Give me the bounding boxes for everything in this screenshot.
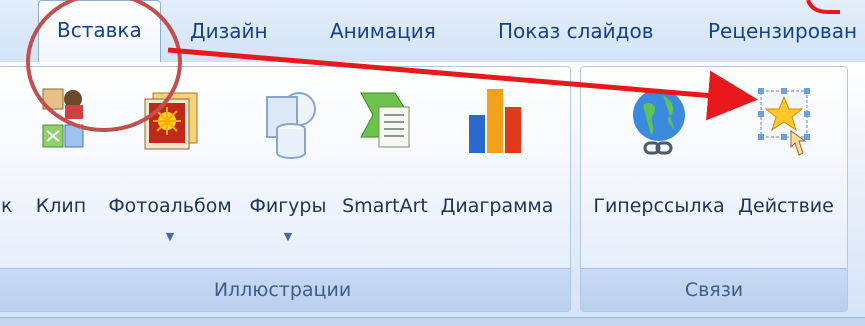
clip-art-label: Клип (35, 195, 87, 217)
chevron-down-icon[interactable]: ▼ (105, 230, 235, 243)
shapes-label: Фигуры (249, 195, 327, 217)
photo-album-button[interactable]: Фотоальбом ▼ (105, 85, 235, 255)
chevron-down-icon[interactable]: ▼ (243, 230, 333, 243)
clip-art-icon (42, 88, 84, 148)
action-label: Действие (738, 195, 834, 217)
chart-button[interactable]: Диаграмма (437, 85, 557, 255)
action-button[interactable]: Действие (731, 85, 841, 255)
chart-label: Диаграмма (440, 195, 554, 217)
photo-album-icon (144, 92, 198, 150)
group-label-links: Связи (581, 268, 847, 311)
smartart-icon (360, 92, 410, 148)
tab-insert[interactable]: Вставка (38, 0, 161, 62)
tab-design[interactable]: Дизайн (190, 14, 268, 48)
hyperlink-button[interactable]: Гиперссылка (589, 85, 729, 255)
group-illustrations: к Клип Фотоальбом ▼ Фигуры ▼ SmartArt Ди… (0, 66, 571, 312)
ribbon-body: к Клип Фотоальбом ▼ Фигуры ▼ SmartArt Ди… (0, 62, 865, 317)
group-label-illustrations: Иллюстрации (0, 268, 570, 311)
ribbon-tab-bar: Вставка Дизайн Анимация Показ слайдов Ре… (0, 0, 865, 63)
photo-album-label: Фотоальбом (108, 195, 232, 217)
shapes-button[interactable]: Фигуры ▼ (243, 85, 333, 255)
group-links: Гиперссылка Действие Связи (580, 66, 848, 312)
clip-art-button[interactable]: Клип (31, 85, 91, 255)
hyperlink-globe-icon (633, 89, 685, 155)
tab-slideshow[interactable]: Показ слайдов (498, 14, 654, 48)
tab-animation[interactable]: Анимация (330, 14, 436, 48)
smartart-label: SmartArt (342, 195, 428, 217)
smartart-button[interactable]: SmartArt (335, 85, 435, 255)
shapes-icon (266, 92, 316, 159)
partial-command-label: к (1, 195, 13, 217)
action-star-icon (758, 88, 810, 156)
chart-icon (469, 89, 521, 153)
hyperlink-label: Гиперссылка (593, 195, 725, 217)
tab-review[interactable]: Рецензирован (708, 14, 857, 48)
